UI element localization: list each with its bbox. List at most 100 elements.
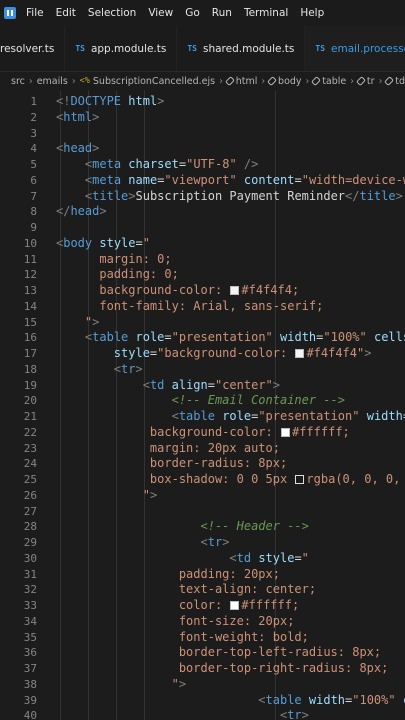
tab-label: app.module.ts xyxy=(90,42,167,55)
token: meta xyxy=(92,172,122,187)
menu-view[interactable]: View xyxy=(142,0,179,26)
line-number: 22 xyxy=(23,425,37,439)
breadcrumb-html[interactable]: html xyxy=(236,76,258,87)
code-line: 14 font-family: Arial, sans-serif; xyxy=(0,299,405,315)
code-line: 33 color: #ffffff; xyxy=(0,598,405,614)
code-line: 15 "> xyxy=(0,315,405,331)
menu-run[interactable]: Run xyxy=(206,0,238,26)
code-line: 17 style="background-color: #f4f4f4"> xyxy=(0,346,405,362)
token: "width=device-wid xyxy=(301,172,405,187)
line-number: 16 xyxy=(23,331,37,345)
code-line: 5 <meta charset="UTF-8" /> xyxy=(0,157,405,173)
symbol-element-icon xyxy=(384,76,395,86)
token: meta xyxy=(92,157,122,171)
code-line: 38 "> xyxy=(0,677,405,693)
token: padding: 20px; xyxy=(178,566,280,581)
token: #ffffff; xyxy=(291,424,350,439)
token: role xyxy=(222,409,252,423)
code-line: 39 <table width="100%" cel xyxy=(0,693,405,709)
token: text-align: center; xyxy=(178,582,317,597)
color-swatch[interactable] xyxy=(230,286,240,295)
line-number: 24 xyxy=(23,457,37,471)
code-line: 16 <table role="presentation" width="100… xyxy=(0,330,405,346)
line-number: 23 xyxy=(23,441,37,455)
breadcrumb-emails[interactable]: emails xyxy=(37,76,68,87)
token: table xyxy=(178,409,215,423)
token: DOCTYPE xyxy=(70,94,122,108)
line-number: 39 xyxy=(23,693,37,707)
code-line: 36 border-top-left-radius: 8px; xyxy=(0,645,405,661)
code-line: 27 xyxy=(0,504,405,520)
menu-terminal[interactable]: Terminal xyxy=(238,0,294,26)
token: tr xyxy=(287,708,302,720)
color-swatch[interactable] xyxy=(295,349,305,358)
token: tr xyxy=(121,361,136,376)
symbol-element-icon xyxy=(267,76,278,86)
code-line: 8 </head> xyxy=(0,204,405,220)
token: font-weight: bold; xyxy=(178,629,309,644)
code-line: 10 <body style=" xyxy=(0,236,405,252)
token: > xyxy=(157,94,165,108)
chevron-right-icon: › xyxy=(28,75,33,87)
breadcrumb-table[interactable]: table xyxy=(322,76,346,87)
code-line: 35 font-weight: bold; xyxy=(0,630,405,646)
chevron-right-icon: › xyxy=(71,75,76,87)
tab-shared-module[interactable]: TS shared.module.ts xyxy=(177,26,306,71)
menu-selection[interactable]: Selection xyxy=(82,0,142,26)
line-number: 13 xyxy=(23,284,37,297)
menu-go[interactable]: Go xyxy=(179,0,206,26)
code-line: 6 <meta name="viewport" content="width=d… xyxy=(0,173,405,189)
token: content xyxy=(243,172,295,187)
tab-email-processor[interactable]: TS email.processor.ts M xyxy=(305,26,405,71)
color-swatch[interactable] xyxy=(280,427,290,437)
token: "100%" xyxy=(323,330,367,345)
token: rgba(0, 0, 0, 0 xyxy=(306,472,405,486)
breadcrumb-file[interactable]: SubscriptionCancelled.ejs xyxy=(93,76,215,87)
token: font-size: 20px; xyxy=(178,613,295,628)
line-number: 40 xyxy=(23,709,37,720)
code-line: 22 background-color: #ffffff; xyxy=(0,425,405,441)
line-number: 6 xyxy=(30,173,37,187)
color-swatch[interactable] xyxy=(230,601,240,610)
menu-bar: File Edit Selection View Go Run Terminal… xyxy=(0,0,405,26)
token: "presentation" xyxy=(171,330,273,345)
token: table xyxy=(265,692,302,707)
symbol-element-icon xyxy=(224,76,235,86)
code-line: 34 font-size: 20px; xyxy=(0,614,405,630)
token: font-family: Arial, sans-serif; xyxy=(99,298,324,313)
line-number: 7 xyxy=(30,189,37,203)
breadcrumb-src[interactable]: src xyxy=(11,76,25,87)
token: box-shadow: 0 0 5px xyxy=(149,472,295,486)
token: role xyxy=(135,330,165,345)
menu-help[interactable]: Help xyxy=(294,0,330,26)
line-number: 26 xyxy=(23,488,37,502)
line-number: 2 xyxy=(30,110,37,124)
color-swatch[interactable] xyxy=(295,475,305,484)
code-line: 20 <!-- Email Container --> xyxy=(0,393,405,409)
menu-edit[interactable]: Edit xyxy=(50,0,82,26)
token: " xyxy=(142,235,150,250)
breadcrumb-body[interactable]: body xyxy=(278,76,302,87)
line-number: 20 xyxy=(23,394,37,408)
breadcrumb-td[interactable]: td xyxy=(395,76,405,87)
code-editor[interactable]: 1 <!DOCTYPE html> 2 <html> 3 4 <head> 5 <me… xyxy=(0,90,405,720)
token: padding: 0; xyxy=(99,267,179,282)
line-number: 35 xyxy=(23,630,37,644)
token: border-radius: 8px; xyxy=(149,456,288,471)
tab-label: shared.module.ts xyxy=(202,42,295,55)
ejs-file-icon: <% xyxy=(79,76,90,86)
line-number: 3 xyxy=(30,126,37,140)
token: td xyxy=(236,550,252,565)
line-number: 14 xyxy=(23,299,37,313)
menu-file[interactable]: File xyxy=(20,0,50,26)
token: tr xyxy=(207,535,223,549)
line-number: 37 xyxy=(23,662,37,675)
symbol-element-icon xyxy=(356,76,366,86)
tab-resolver[interactable]: resolver.ts xyxy=(0,26,66,71)
line-number: 15 xyxy=(23,315,37,329)
code-line: 11 margin: 0; xyxy=(0,252,405,268)
tab-app-module[interactable]: TS app.module.ts xyxy=(65,26,178,71)
code-line: 21 <table role="presentation" width="6 xyxy=(0,409,405,425)
breadcrumb-tr[interactable]: tr xyxy=(367,76,375,87)
breadcrumb: src › emails › <% SubscriptionCancelled.… xyxy=(0,72,405,90)
